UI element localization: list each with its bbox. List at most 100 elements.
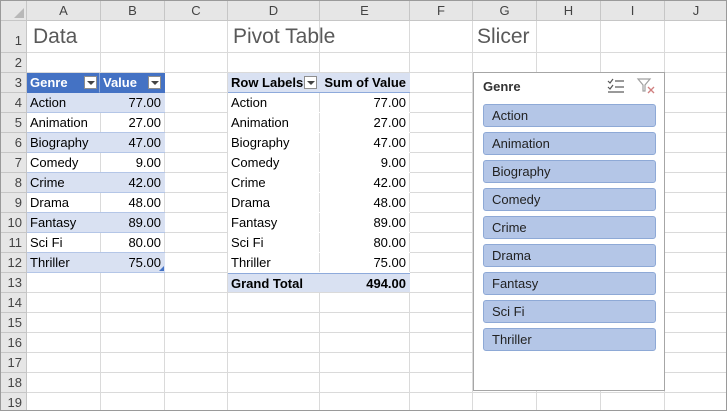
grid-cell[interactable] [665,113,726,133]
column-header-h[interactable]: H [537,1,601,21]
row-header-10[interactable]: 10 [1,213,27,233]
select-all-corner[interactable] [1,1,27,21]
grid-cell[interactable] [165,293,228,313]
grid-cell[interactable] [473,53,537,73]
row-header-19[interactable]: 19 [1,393,27,410]
grand-total-label[interactable]: Grand Total [228,273,320,293]
grid-cell[interactable] [665,53,726,73]
data-genre-cell[interactable]: Thriller [27,253,101,273]
column-header-j[interactable]: J [665,1,726,21]
data-genre-cell[interactable]: Fantasy [27,213,101,233]
grid-cell[interactable] [165,53,228,73]
data-value-cell[interactable]: 75.00 [101,253,165,273]
grid-cell[interactable] [665,213,726,233]
grid-cell[interactable] [165,21,228,53]
grid-cell[interactable] [228,353,320,373]
row-header-17[interactable]: 17 [1,353,27,373]
row-header-13[interactable]: 13 [1,273,27,293]
row-header-18[interactable]: 18 [1,373,27,393]
slicer-item-thriller[interactable]: Thriller [483,328,656,351]
column-header-c[interactable]: C [165,1,228,21]
row-header-2[interactable]: 2 [1,53,27,73]
pivot-row-label[interactable]: Comedy [228,153,320,173]
grid-cell[interactable] [101,273,165,293]
row-header-14[interactable]: 14 [1,293,27,313]
pivot-row-value[interactable]: 47.00 [320,133,410,153]
row-header-12[interactable]: 12 [1,253,27,273]
grid-cell[interactable] [165,353,228,373]
grid-cell[interactable] [665,173,726,193]
row-header-6[interactable]: 6 [1,133,27,153]
grid-cell[interactable] [410,73,473,93]
grid-cell[interactable] [320,353,410,373]
row-header-15[interactable]: 15 [1,313,27,333]
grid-cell[interactable] [101,353,165,373]
row-header-16[interactable]: 16 [1,333,27,353]
data-genre-cell[interactable]: Comedy [27,153,101,173]
pivot-row-label[interactable]: Sci Fi [228,233,320,253]
grid-cell[interactable] [27,293,101,313]
column-header-i[interactable]: I [601,1,665,21]
grid-cell[interactable] [665,293,726,313]
row-header-9[interactable]: 9 [1,193,27,213]
pivot-row-value[interactable]: 48.00 [320,193,410,213]
grid-cell[interactable] [410,333,473,353]
pivot-row-label[interactable]: Fantasy [228,213,320,233]
grid-cell[interactable] [27,313,101,333]
grid-cell[interactable] [320,333,410,353]
grid-cell[interactable] [665,373,726,393]
pivot-row-label[interactable]: Animation [228,113,320,133]
pivot-row-label[interactable]: Action [228,93,320,113]
pivot-row-value[interactable]: 89.00 [320,213,410,233]
grid-cell[interactable] [410,393,473,410]
slicer-item-crime[interactable]: Crime [483,216,656,239]
grid-cell[interactable] [410,373,473,393]
grid-cell[interactable] [410,293,473,313]
grid-cell[interactable] [473,393,537,410]
pivot-row-value[interactable]: 75.00 [320,253,410,273]
grid-cell[interactable] [410,173,473,193]
grid-cell[interactable] [665,21,726,53]
grid-cell[interactable] [165,173,228,193]
data-value-cell[interactable]: 9.00 [101,153,165,173]
grid-cell[interactable] [665,313,726,333]
data-value-cell[interactable]: 27.00 [101,113,165,133]
row-header-5[interactable]: 5 [1,113,27,133]
data-genre-cell[interactable]: Drama [27,193,101,213]
grid-cell[interactable] [665,253,726,273]
grid-cell[interactable] [101,333,165,353]
grand-total-value[interactable]: 494.00 [320,273,410,293]
grid-cell[interactable] [410,253,473,273]
pivot-row-value[interactable]: 9.00 [320,153,410,173]
data-genre-cell[interactable]: Biography [27,133,101,153]
pivot-row-label[interactable]: Biography [228,133,320,153]
grid-cell[interactable] [665,333,726,353]
data-genre-cell[interactable]: Sci Fi [27,233,101,253]
pivot-row-value[interactable]: 27.00 [320,113,410,133]
data-value-cell[interactable]: 77.00 [101,93,165,113]
row-header-4[interactable]: 4 [1,93,27,113]
slicer-item-biography[interactable]: Biography [483,160,656,183]
grid-cell[interactable] [320,53,410,73]
grid-cell[interactable] [27,393,101,410]
grid-cell[interactable] [228,293,320,313]
sum-of-value-header[interactable]: Sum of Value [320,73,410,93]
grid-cell[interactable] [101,313,165,333]
grid-cell[interactable] [165,153,228,173]
data-genre-cell[interactable]: Crime [27,173,101,193]
grid-cell[interactable] [410,273,473,293]
value-filter-dropdown-icon[interactable] [148,76,161,89]
grid-cell[interactable] [228,53,320,73]
grid-cell[interactable] [665,73,726,93]
grid-cell[interactable] [665,153,726,173]
grid-cell[interactable] [228,373,320,393]
grid-cell[interactable] [410,53,473,73]
grid-cell[interactable] [165,313,228,333]
grid-cell[interactable] [601,21,665,53]
value-header[interactable]: Value [100,73,165,93]
grid-cell[interactable] [165,253,228,273]
slicer-item-comedy[interactable]: Comedy [483,188,656,211]
grid-cell[interactable] [101,21,165,53]
grid-cell[interactable] [410,353,473,373]
grid-cell[interactable] [665,233,726,253]
